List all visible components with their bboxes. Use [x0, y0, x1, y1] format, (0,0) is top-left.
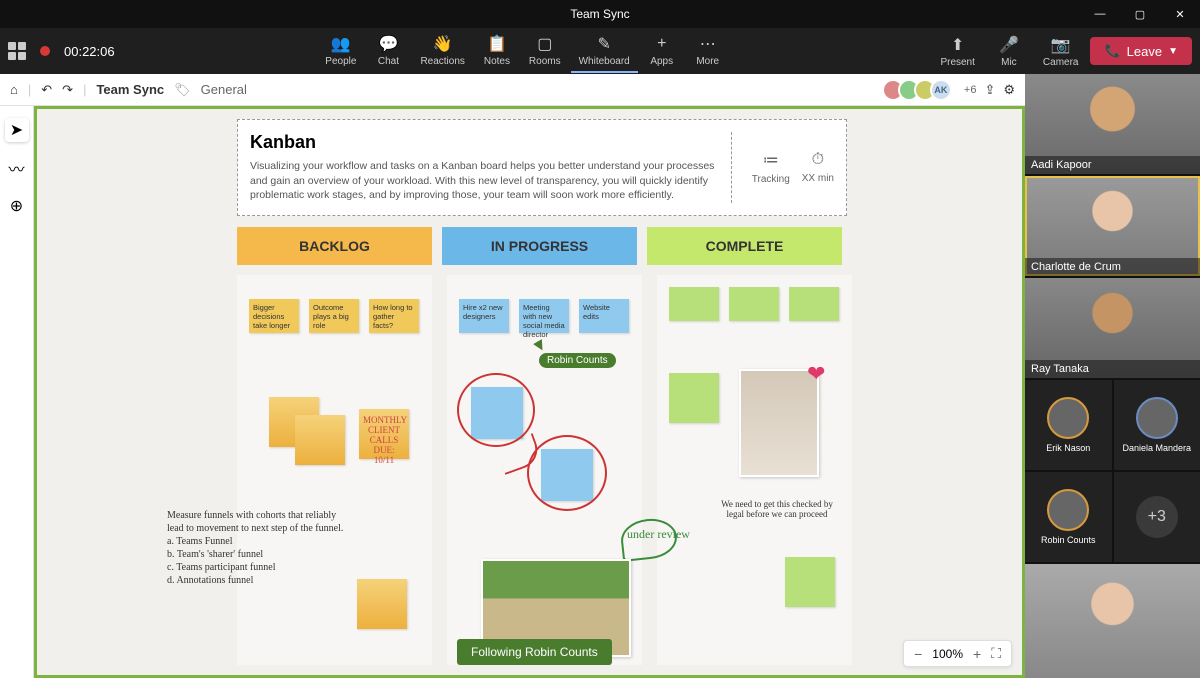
- breadcrumb-tag[interactable]: General: [201, 82, 247, 97]
- meeting-toolbar: 00:22:06 👥People💬Chat👋Reactions📋Notes▢Ro…: [0, 28, 1200, 74]
- toolbar-rooms[interactable]: ▢Rooms: [521, 30, 569, 73]
- participant-avatars[interactable]: AK: [888, 79, 952, 101]
- more-icon: ⋯: [698, 34, 718, 54]
- chevron-down-icon: ▼: [1168, 46, 1178, 57]
- tag-icon: 🏷: [174, 82, 191, 98]
- video-tile[interactable]: [1025, 564, 1200, 678]
- sticky-note[interactable]: Outcome plays a big role: [309, 299, 359, 333]
- fit-icon[interactable]: ⛶: [991, 645, 1001, 662]
- under-review-label: under review: [627, 527, 690, 542]
- video-tile[interactable]: Ray Tanaka: [1025, 278, 1200, 378]
- whiteboard-tools: ➤ 〰 ⊕: [0, 106, 34, 678]
- toolbar-mic[interactable]: 🎤Mic: [987, 31, 1031, 72]
- kanban-info-box[interactable]: Kanban Visualizing your workflow and tas…: [237, 119, 847, 216]
- window-title: Team Sync: [570, 7, 629, 21]
- avatar-overflow[interactable]: +6: [964, 84, 977, 96]
- sticky-note[interactable]: [669, 373, 719, 423]
- video-tile-overflow[interactable]: +3: [1114, 472, 1200, 562]
- titlebar: Team Sync — ▢ ✕: [0, 0, 1200, 28]
- notes-icon: 📋: [487, 34, 507, 54]
- people-icon: 👥: [331, 34, 351, 54]
- heart-icon[interactable]: ❤: [807, 361, 825, 387]
- handwriting-funnel: Measure funnels with cohorts that reliab…: [167, 509, 347, 587]
- grid-icon[interactable]: [8, 42, 26, 60]
- video-sidebar: Aadi Kapoor Charlotte de Crum Ray Tanaka…: [1025, 74, 1200, 678]
- redo-icon[interactable]: ↷: [62, 82, 73, 98]
- sticky-note[interactable]: Website edits: [579, 299, 629, 333]
- whiteboard-canvas[interactable]: Kanban Visualizing your workflow and tas…: [34, 106, 1025, 678]
- leave-button[interactable]: 📞 Leave ▼: [1090, 37, 1192, 65]
- clock-icon: ⏱: [812, 151, 824, 169]
- toolbar-chat[interactable]: 💬Chat: [366, 30, 410, 73]
- sticky-note[interactable]: [729, 287, 779, 321]
- toolbar-present[interactable]: ⬆Present: [932, 31, 982, 72]
- toolbar-reactions[interactable]: 👋Reactions: [412, 30, 472, 73]
- mic-icon: 🎤: [999, 35, 1019, 55]
- video-tile[interactable]: Aadi Kapoor: [1025, 74, 1200, 174]
- remote-cursor-label: Robin Counts: [539, 353, 616, 368]
- zoom-out-icon[interactable]: −: [914, 646, 922, 662]
- apps-icon: +: [652, 34, 672, 54]
- sticky-note-monthly[interactable]: MONTHLY CLIENT CALLS DUE: 10/11: [359, 409, 409, 459]
- list-icon: ≔: [763, 150, 779, 170]
- toolbar-more[interactable]: ⋯More: [686, 30, 730, 73]
- share-icon[interactable]: ⇪: [984, 82, 995, 98]
- present-icon: ⬆: [948, 35, 968, 55]
- video-tile-small[interactable]: Daniela Mandera: [1114, 380, 1200, 470]
- legal-caption: We need to get this checked by legal bef…: [717, 499, 837, 519]
- whiteboard-icon: ✎: [594, 34, 614, 54]
- video-tile[interactable]: Charlotte de Crum: [1025, 176, 1200, 276]
- breadcrumb[interactable]: Team Sync: [96, 82, 164, 97]
- sticky-note[interactable]: Bigger decisions take longer: [249, 299, 299, 333]
- toolbar-whiteboard[interactable]: ✎Whiteboard: [571, 30, 638, 73]
- zoom-controls: − 100% + ⛶: [903, 640, 1012, 667]
- phone-icon: 📞: [1104, 43, 1120, 59]
- rooms-icon: ▢: [535, 34, 555, 54]
- complete-column-header[interactable]: COMPLETE: [647, 227, 842, 265]
- sticky-note[interactable]: [669, 287, 719, 321]
- pen-tool[interactable]: 〰: [5, 156, 29, 180]
- timer-chip: ⏱ XX min: [802, 151, 834, 184]
- close-button[interactable]: ✕: [1160, 0, 1200, 28]
- sticky-note[interactable]: [785, 557, 835, 607]
- home-icon[interactable]: ⌂: [10, 82, 18, 97]
- zoom-value: 100%: [932, 647, 963, 661]
- toolbar-people[interactable]: 👥People: [317, 30, 364, 73]
- sticky-note[interactable]: [357, 579, 407, 629]
- maximize-button[interactable]: ▢: [1120, 0, 1160, 28]
- video-tile-small[interactable]: Robin Counts: [1025, 472, 1112, 562]
- settings-icon[interactable]: ⚙: [1003, 82, 1015, 98]
- camera-icon: 📷: [1051, 35, 1071, 55]
- sticky-note[interactable]: [295, 415, 345, 465]
- backlog-column-header[interactable]: BACKLOG: [237, 227, 432, 265]
- toolbar-apps[interactable]: +Apps: [640, 30, 684, 73]
- whiteboard-header: ⌂ | ↶ ↷ | Team Sync 🏷 General AK +6 ⇪ ⚙: [0, 74, 1025, 106]
- info-title: Kanban: [250, 132, 721, 153]
- zoom-in-icon[interactable]: +: [973, 646, 981, 662]
- recording-indicator-icon: [40, 46, 50, 56]
- following-banner[interactable]: Following Robin Counts: [457, 639, 612, 665]
- tracking-chip: ≔ Tracking: [752, 150, 790, 185]
- chat-icon: 💬: [378, 34, 398, 54]
- sticky-note[interactable]: How long to gather facts?: [369, 299, 419, 333]
- sticky-note[interactable]: Meeting with new social media director: [519, 299, 569, 333]
- in-progress-column-header[interactable]: IN PROGRESS: [442, 227, 637, 265]
- reactions-icon: 👋: [433, 34, 453, 54]
- info-body: Visualizing your workflow and tasks on a…: [250, 159, 721, 203]
- whiteboard-area: ⌂ | ↶ ↷ | Team Sync 🏷 General AK +6 ⇪ ⚙: [0, 74, 1025, 678]
- recording-time: 00:22:06: [64, 44, 115, 59]
- add-tool[interactable]: ⊕: [5, 194, 29, 218]
- sticky-note[interactable]: [789, 287, 839, 321]
- toolbar-camera[interactable]: 📷Camera: [1035, 31, 1087, 72]
- select-tool[interactable]: ➤: [5, 118, 29, 142]
- toolbar-notes[interactable]: 📋Notes: [475, 30, 519, 73]
- ink-circle: [527, 435, 607, 511]
- minimize-button[interactable]: —: [1080, 0, 1120, 28]
- video-tile-small[interactable]: Erik Nason: [1025, 380, 1112, 470]
- sticky-note[interactable]: Hire x2 new designers: [459, 299, 509, 333]
- undo-icon[interactable]: ↶: [41, 82, 52, 98]
